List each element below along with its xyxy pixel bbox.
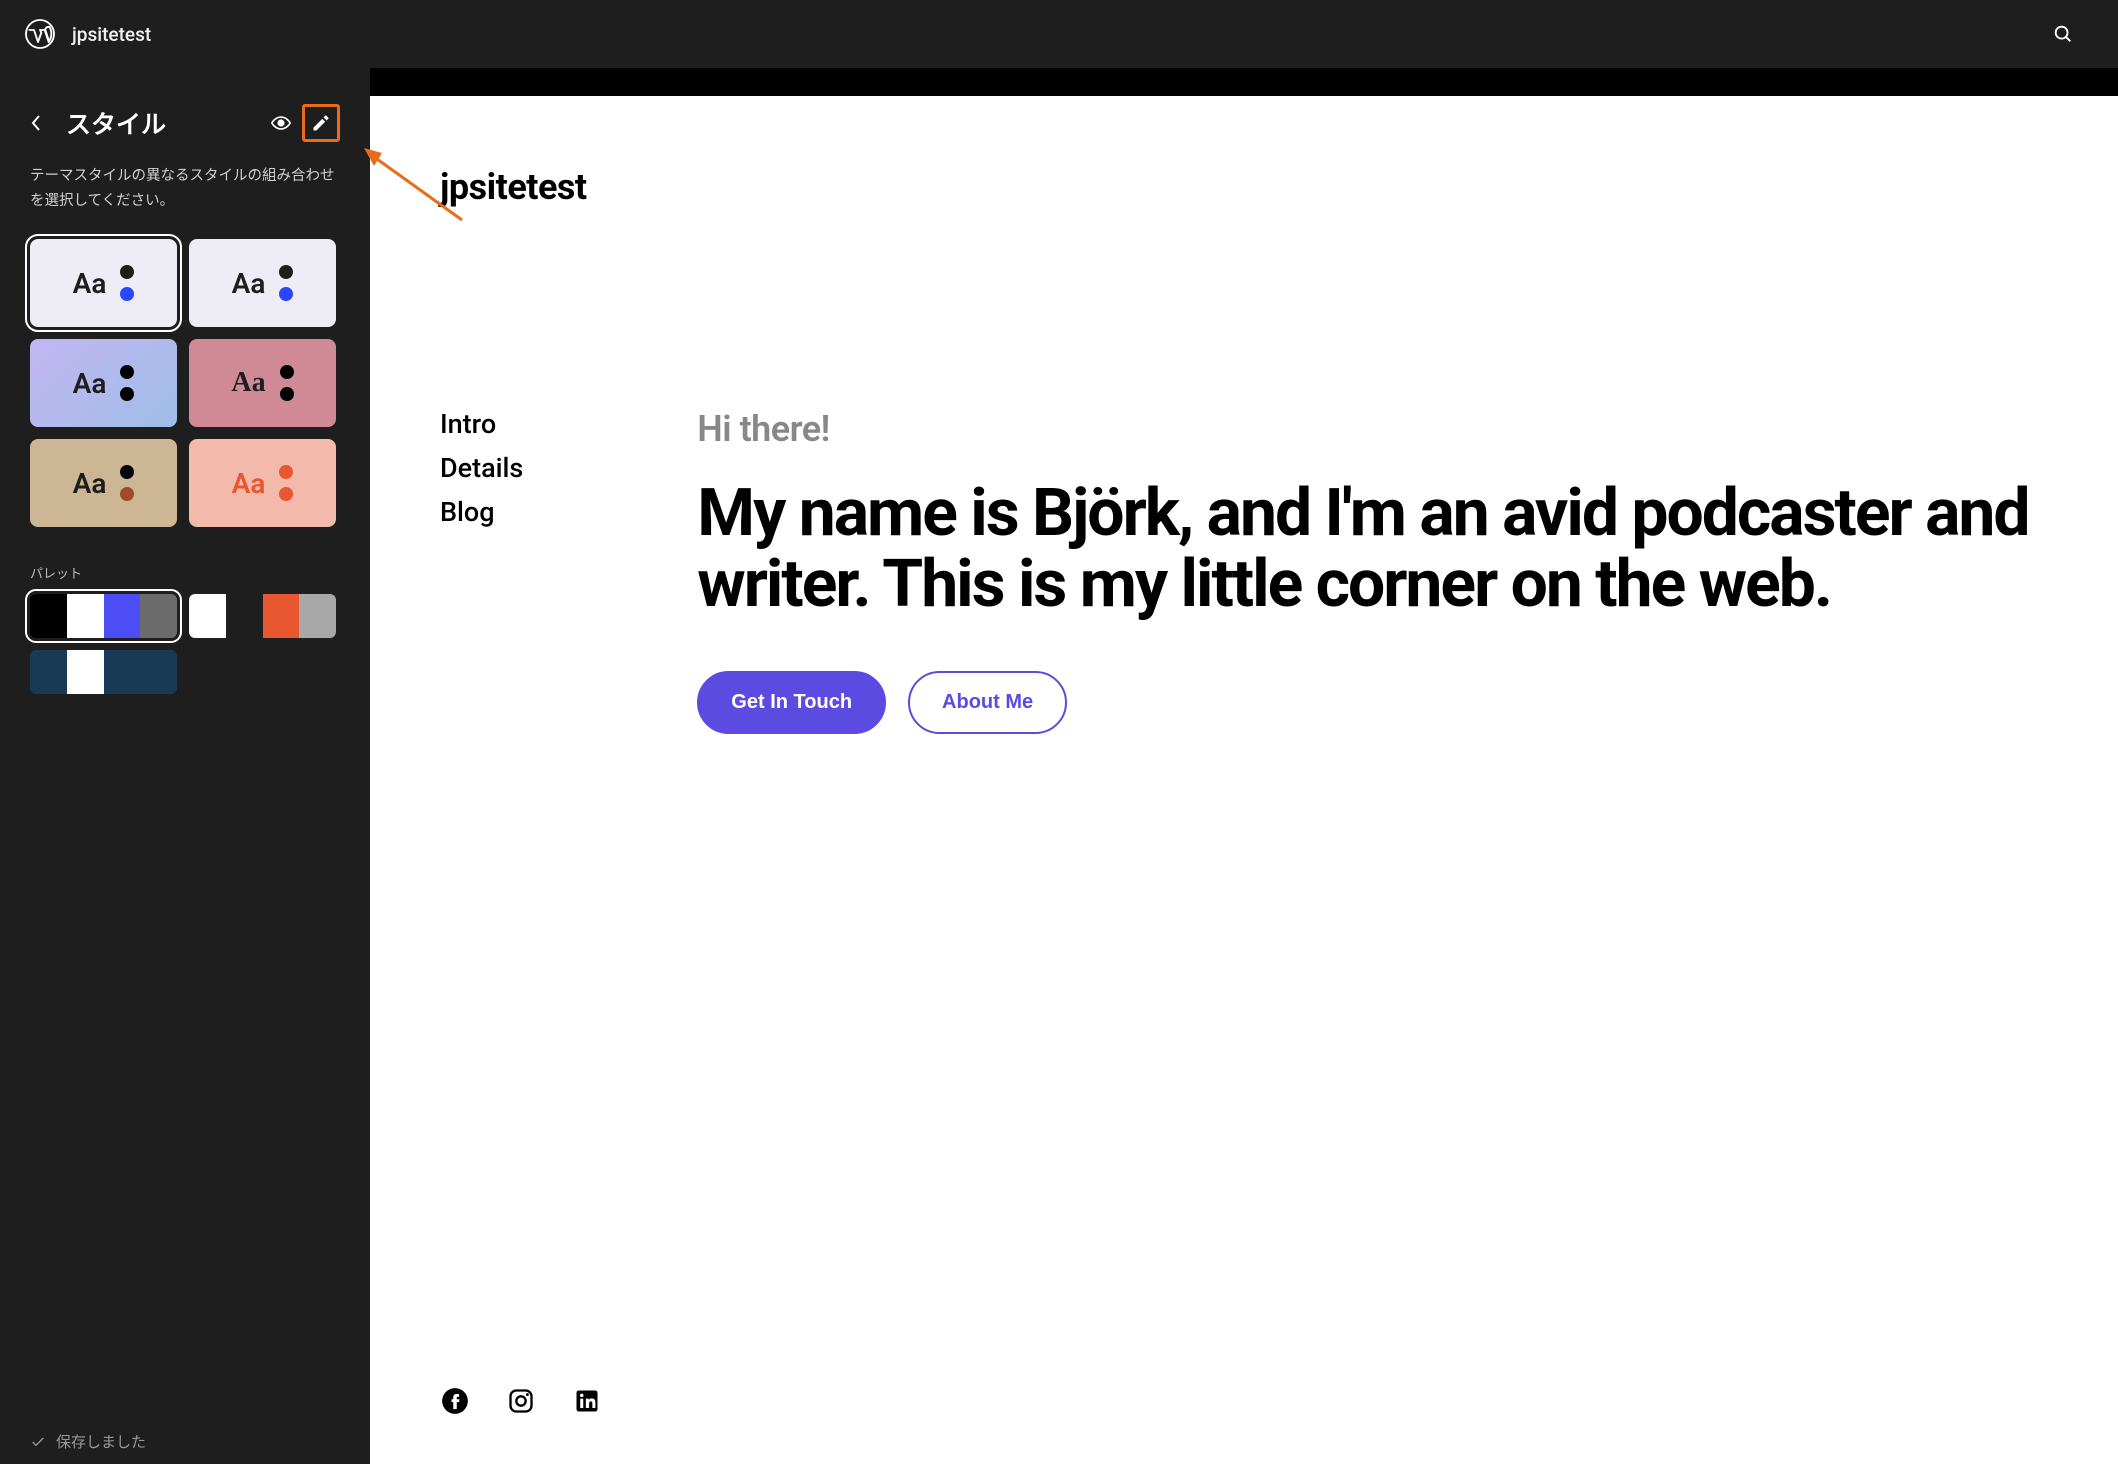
palette-swatch bbox=[140, 594, 177, 638]
palette-swatch bbox=[104, 594, 141, 638]
style-card-color-dots bbox=[280, 365, 294, 401]
style-card-color-dots bbox=[120, 465, 134, 501]
palette-swatch bbox=[30, 594, 67, 638]
palette-swatch bbox=[226, 594, 263, 638]
preview-site-title[interactable]: jpsitetest bbox=[440, 166, 2118, 208]
style-card-sample-text: Aa bbox=[232, 267, 266, 300]
palette-option[interactable] bbox=[30, 650, 177, 694]
style-variations-grid: Aa Aa Aa Aa Aa Aa bbox=[30, 239, 340, 527]
sidebar-description: テーマスタイルの異なるスタイルの組み合わせを選択してください。 bbox=[30, 164, 340, 213]
style-card-sample-text: Aa bbox=[73, 467, 107, 500]
edit-styles-button[interactable] bbox=[302, 104, 340, 142]
get-in-touch-button[interactable]: Get In Touch bbox=[697, 671, 886, 734]
save-status: 保存しました bbox=[30, 1431, 146, 1452]
palette-swatch bbox=[299, 594, 336, 638]
back-button[interactable] bbox=[30, 114, 54, 132]
palette-grid bbox=[30, 594, 340, 694]
style-card-sample-text: Aa bbox=[73, 267, 107, 300]
palette-swatch bbox=[140, 650, 177, 694]
palette-swatch bbox=[189, 594, 226, 638]
save-status-text: 保存しました bbox=[56, 1431, 146, 1452]
sidebar-title: スタイル bbox=[66, 105, 264, 141]
topbar: jpsitetest bbox=[0, 0, 2118, 68]
style-card-color-dots bbox=[120, 265, 134, 301]
instagram-icon[interactable] bbox=[506, 1386, 536, 1416]
preview-canvas-wrap: jpsitetest Intro Details Blog Hi there! My… bbox=[370, 68, 2118, 1464]
palette-swatch bbox=[67, 650, 104, 694]
palette-section-label: パレット bbox=[30, 563, 340, 582]
site-identity[interactable]: jpsitetest bbox=[24, 18, 151, 50]
style-card-color-dots bbox=[279, 465, 293, 501]
style-variation-card[interactable]: Aa bbox=[189, 439, 336, 527]
site-name: jpsitetest bbox=[72, 23, 151, 46]
style-variation-card[interactable]: Aa bbox=[189, 239, 336, 327]
style-variation-card[interactable]: Aa bbox=[189, 339, 336, 427]
preview-styles-button[interactable] bbox=[264, 106, 298, 140]
palette-swatch bbox=[67, 594, 104, 638]
preview-social-icons bbox=[440, 1386, 602, 1416]
palette-swatch bbox=[263, 594, 300, 638]
preview-greeting: Hi there! bbox=[697, 408, 2118, 450]
style-card-sample-text: Aa bbox=[232, 467, 266, 500]
style-variation-card[interactable]: Aa bbox=[30, 239, 177, 327]
preview-headline: My name is Björk, and I'm an avid podcas… bbox=[697, 478, 2118, 621]
style-card-sample-text: Aa bbox=[231, 367, 265, 399]
palette-option[interactable] bbox=[189, 594, 336, 638]
preview-nav-link[interactable]: Blog bbox=[440, 496, 523, 528]
linkedin-icon[interactable] bbox=[572, 1386, 602, 1416]
style-card-color-dots bbox=[279, 265, 293, 301]
style-variation-card[interactable]: Aa bbox=[30, 439, 177, 527]
facebook-icon[interactable] bbox=[440, 1386, 470, 1416]
preview-nav: Intro Details Blog bbox=[440, 408, 523, 734]
palette-option[interactable] bbox=[30, 594, 177, 638]
preview-nav-link[interactable]: Details bbox=[440, 452, 523, 484]
style-variation-card[interactable]: Aa bbox=[30, 339, 177, 427]
style-card-sample-text: Aa bbox=[73, 367, 107, 400]
search-button[interactable] bbox=[2052, 23, 2074, 45]
about-me-button[interactable]: About Me bbox=[908, 671, 1067, 734]
palette-swatch bbox=[104, 650, 141, 694]
palette-swatch bbox=[30, 650, 67, 694]
style-card-color-dots bbox=[120, 365, 134, 401]
sidebar-styles-panel: スタイル テーマスタイルの異なるスタイルの組み合わせを選択してください。 AaA… bbox=[0, 68, 370, 1464]
preview-nav-link[interactable]: Intro bbox=[440, 408, 523, 440]
preview-canvas[interactable]: jpsitetest Intro Details Blog Hi there! My… bbox=[370, 96, 2118, 1464]
wordpress-logo-icon bbox=[24, 18, 56, 50]
